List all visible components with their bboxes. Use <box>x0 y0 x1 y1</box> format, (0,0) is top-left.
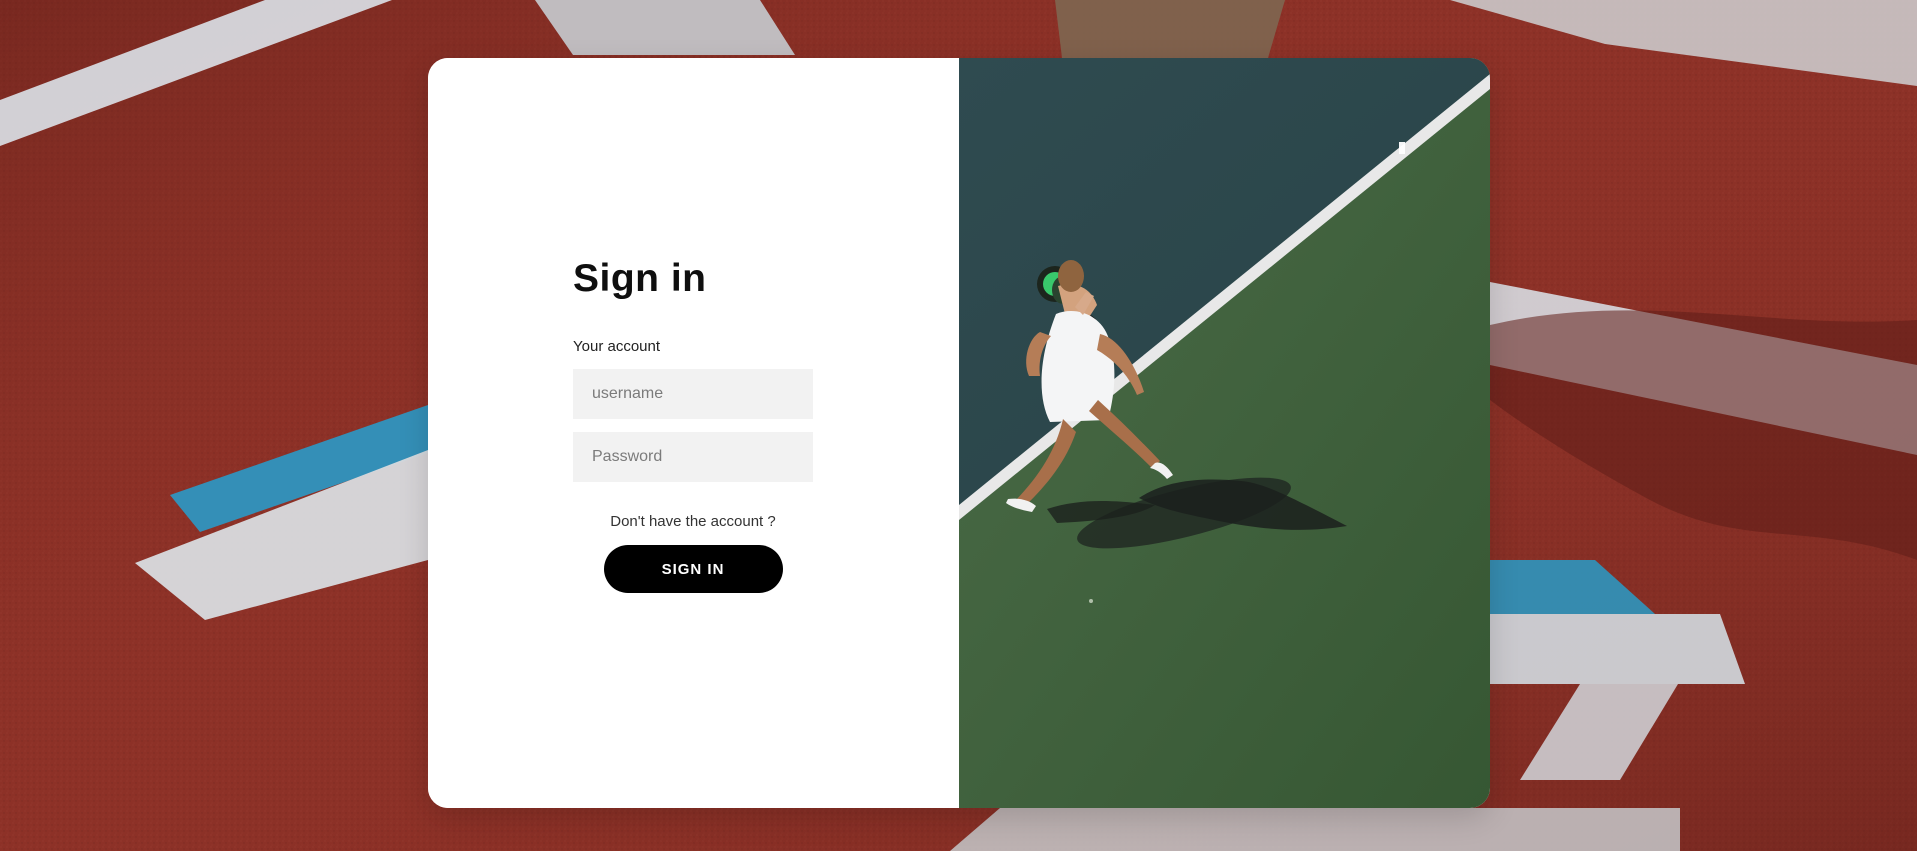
sign-in-form-panel: Sign in Your account Don't have the acco… <box>428 58 959 808</box>
account-label: Your account <box>573 338 661 355</box>
sign-in-card: Sign in Your account Don't have the acco… <box>428 58 1490 808</box>
tennis-player-image <box>959 58 1490 808</box>
sign-in-button[interactable]: SIGN IN <box>603 545 783 593</box>
sign-in-form: Sign in Your account Don't have the acco… <box>573 256 813 593</box>
tennis-player-image-panel <box>959 58 1490 808</box>
password-input[interactable] <box>573 432 813 482</box>
username-input[interactable] <box>573 369 813 419</box>
page-title: Sign in <box>573 257 707 300</box>
account-prompt: Don't have the account ? <box>610 513 776 530</box>
